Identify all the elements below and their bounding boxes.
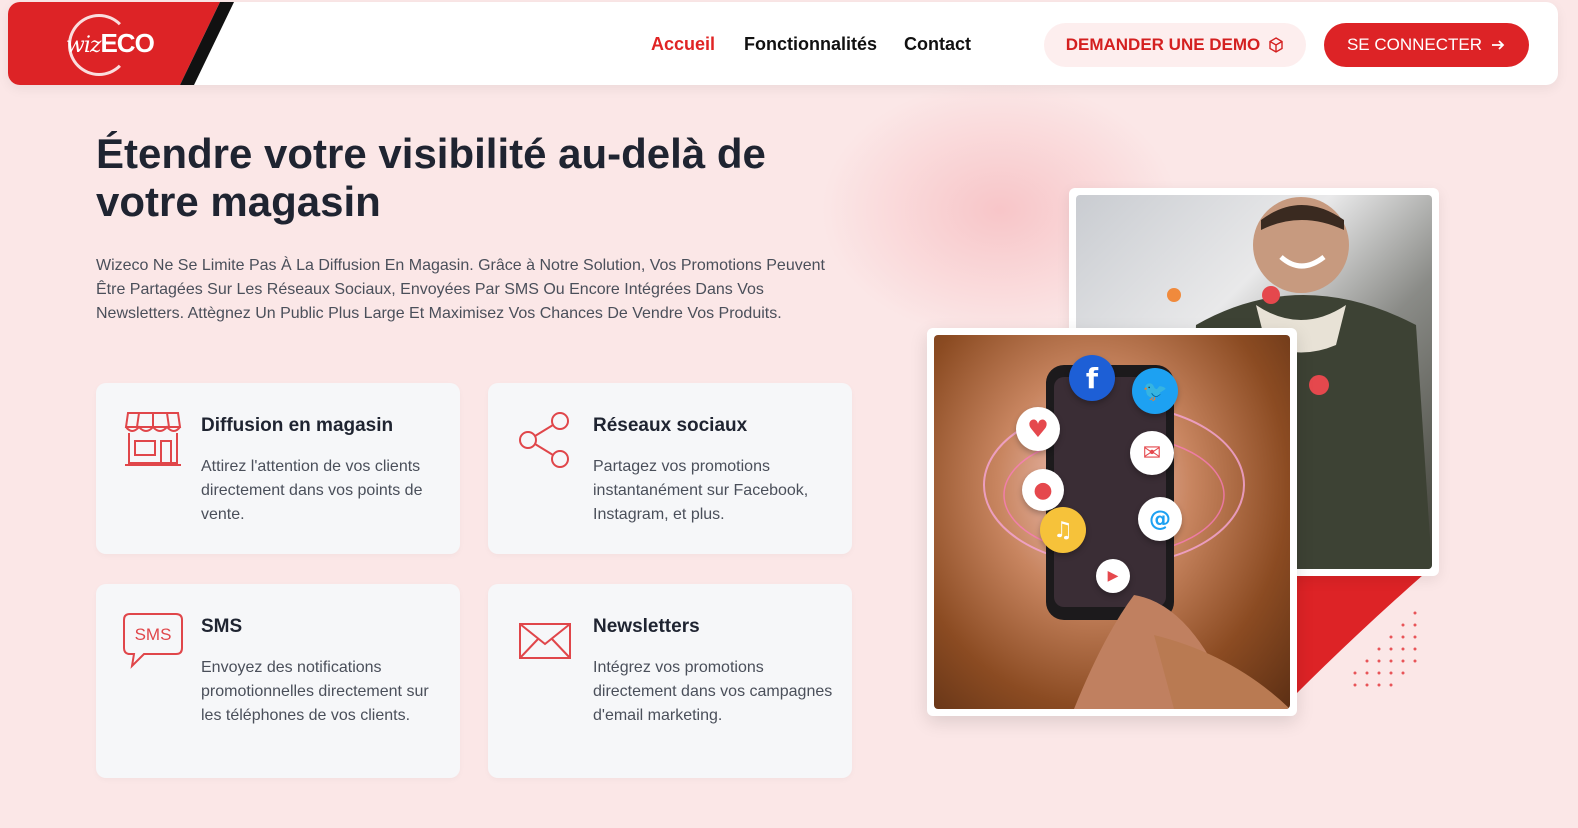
logo[interactable]: wizECO: [66, 28, 155, 59]
feature-text: Intégrez vos promotions directement dans…: [593, 659, 833, 724]
music-icon: ♫: [1040, 507, 1086, 553]
nav-contact[interactable]: Contact: [904, 34, 971, 55]
nav-accueil[interactable]: Accueil: [651, 34, 715, 55]
cube-icon: [1269, 37, 1283, 53]
photo-phone-social: f 🐦 ♥ ✉ ● ♫ @ ▶: [927, 328, 1297, 716]
heart-icon: ♥: [1016, 407, 1060, 451]
facebook-icon: f: [1069, 355, 1115, 401]
header: wizECO Accueil Fonctionnalités Contact D…: [8, 2, 1558, 85]
photo-image: f 🐦 ♥ ✉ ● ♫ @ ▶: [934, 335, 1290, 709]
store-icon: [124, 412, 182, 466]
feature-text: Envoyez des notifications promotionnelle…: [201, 659, 429, 724]
logo-eco: ECO: [100, 28, 154, 58]
twitter-icon: 🐦: [1132, 368, 1178, 414]
arrow-right-icon: [1492, 40, 1505, 50]
mail-icon: ✉: [1130, 431, 1174, 475]
feature-text: Partagez vos promotions instantanément s…: [593, 458, 809, 523]
login-button[interactable]: SE CONNECTER: [1324, 23, 1529, 67]
feature-card-social: Réseaux sociaux Partagez vos promotions …: [488, 383, 852, 554]
reels-icon: ▶: [1096, 559, 1130, 593]
feature-title: Newsletters: [593, 616, 700, 637]
feature-card-store: Diffusion en magasin Attirez l'attention…: [96, 383, 460, 554]
feature-card-sms: SMS SMS Envoyez des notifications promot…: [96, 584, 460, 778]
feature-card-newsletter: Newsletters Intégrez vos promotions dire…: [488, 584, 852, 778]
phone-illustration: [983, 365, 1290, 709]
login-button-label: SE CONNECTER: [1346, 35, 1483, 54]
hero-description: Wizeco Ne Se Limite Pas À La Diffusion E…: [96, 257, 825, 322]
envelope-icon: [519, 623, 571, 659]
feature-title: Diffusion en magasin: [201, 415, 394, 436]
location-icon: ●: [1022, 469, 1064, 511]
demo-button[interactable]: DEMANDER UNE DEMO: [1044, 23, 1306, 67]
nav-fonctionnalites[interactable]: Fonctionnalités: [744, 34, 877, 55]
feature-title: Réseaux sociaux: [593, 415, 748, 436]
feature-text: Attirez l'attention de vos clients direc…: [201, 458, 423, 523]
decorative-red-shape: [1295, 575, 1423, 695]
feature-title: SMS: [201, 616, 243, 637]
demo-button-label: DEMANDER UNE DEMO: [1065, 35, 1261, 54]
sms-icon: SMS: [123, 613, 183, 669]
share-icon: [519, 412, 569, 468]
page-title: Étendre votre visibilité au-delà de votr…: [96, 130, 766, 225]
logo-wiz: wiz: [66, 33, 101, 58]
sms-icon-label: SMS: [135, 625, 172, 644]
at-icon: @: [1138, 497, 1182, 541]
